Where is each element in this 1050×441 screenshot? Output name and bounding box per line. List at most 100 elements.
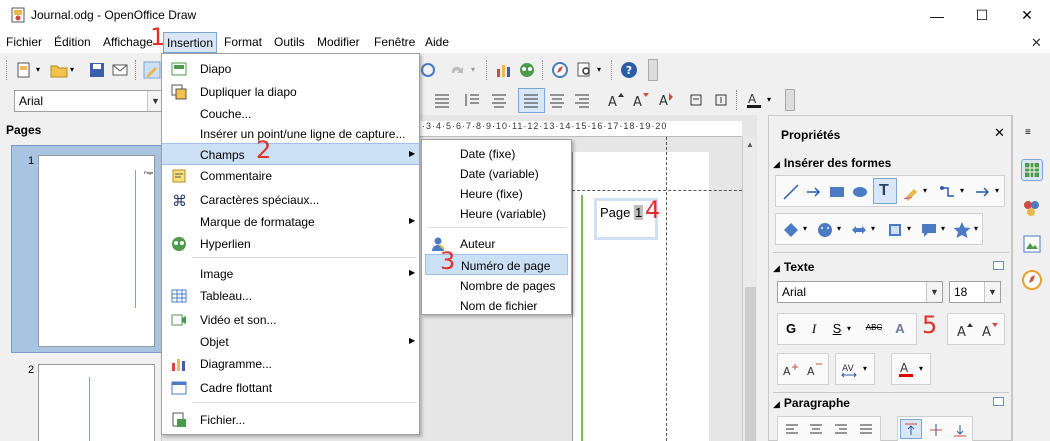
basic-shapes-dropdown-icon[interactable]: ▾ (803, 224, 807, 233)
rectangle-tool-icon[interactable] (828, 183, 846, 201)
vertical-scrollbar[interactable]: ▲ (742, 137, 757, 441)
menu-item-diagramme[interactable]: Diagramme... (162, 353, 419, 375)
symbol-shapes-dropdown-icon[interactable]: ▾ (837, 224, 841, 233)
email-icon[interactable] (111, 61, 129, 79)
redo-icon[interactable] (448, 61, 466, 79)
menu-item-commentaire[interactable]: Commentaire (162, 165, 419, 187)
submenu-item-heure-fixe[interactable]: Heure (fixe) (422, 183, 571, 204)
collapse-triangle-icon[interactable]: ◢ (773, 399, 780, 409)
text-tool-button[interactable]: T (873, 178, 897, 204)
arrow-tool-icon[interactable] (805, 183, 823, 201)
zoom-icon[interactable] (576, 61, 594, 79)
menu-item-image[interactable]: Image ▶ (162, 263, 419, 285)
close-button[interactable]: ✕ (1004, 0, 1050, 31)
navigator-compass-icon[interactable] (551, 61, 569, 79)
chart-toolbar-icon[interactable] (495, 61, 513, 79)
open-folder-icon[interactable] (50, 61, 68, 79)
menu-item-marque-formatage[interactable]: Marque de formatage ▶ (162, 211, 419, 233)
page-canvas[interactable] (572, 152, 709, 441)
menu-item-point-capture[interactable]: Insérer un point/une ligne de capture... (162, 123, 419, 145)
italic-icon[interactable]: I (804, 321, 824, 337)
flowchart-dropdown-icon[interactable]: ▾ (907, 224, 911, 233)
minimize-button[interactable]: — (914, 0, 960, 31)
kerning-icon[interactable]: A (806, 361, 824, 379)
symbol-shapes-icon[interactable] (816, 221, 834, 239)
block-arrows-icon[interactable] (850, 221, 868, 239)
increase-font-icon[interactable]: A (606, 91, 624, 109)
submenu-item-nom-fichier[interactable]: Nom de fichier (422, 295, 571, 316)
spacing-dropdown-icon[interactable]: ▾ (863, 364, 867, 373)
help-icon[interactable]: ? (620, 61, 638, 79)
submenu-item-date-variable[interactable]: Date (variable) (422, 163, 571, 184)
edit-file-icon[interactable] (143, 61, 161, 79)
menu-affichage[interactable]: Affichage (103, 35, 153, 49)
submenu-item-date-fixe[interactable]: Date (fixe) (422, 143, 571, 164)
align-top-icon[interactable] (903, 422, 919, 438)
menu-item-couche[interactable]: Couche... (162, 103, 419, 125)
menu-outils[interactable]: Outils (274, 35, 305, 49)
para-align-center-icon[interactable] (808, 422, 824, 438)
new-dropdown-icon[interactable]: ▾ (36, 65, 40, 74)
toolbar-grip[interactable] (6, 60, 9, 80)
section-insert-shapes[interactable]: ◢ Insérer des formes (773, 156, 891, 170)
scrollbar-thumb[interactable] (745, 287, 756, 441)
menu-item-hyperlien[interactable]: Hyperlien (162, 233, 419, 255)
grow-font-icon[interactable]: A (955, 321, 973, 339)
font-color-icon[interactable]: A (745, 91, 763, 109)
shrink-font-icon[interactable]: A (980, 321, 998, 339)
connector-dropdown-icon[interactable]: ▾ (960, 186, 964, 195)
stars-icon[interactable] (953, 221, 971, 239)
freeform-dropdown-icon[interactable]: ▾ (923, 186, 927, 195)
section-paragraph[interactable]: ◢ Paragraphe (773, 396, 850, 410)
para-align-right-icon[interactable] (833, 422, 849, 438)
navigator-deck-icon[interactable] (1021, 269, 1043, 291)
collapse-triangle-icon[interactable]: ◢ (773, 159, 780, 169)
new-document-icon[interactable] (15, 61, 33, 79)
sidebar-font-name-combo[interactable]: Arial ▼ (777, 281, 943, 303)
menu-fenetre[interactable]: Fenêtre (374, 35, 415, 49)
font-color-dropdown-icon[interactable]: ▾ (919, 364, 923, 373)
submenu-item-heure-variable[interactable]: Heure (variable) (422, 203, 571, 224)
page-thumbnail-1[interactable]: Page (38, 155, 155, 347)
more-options-icon[interactable] (993, 397, 1004, 406)
menu-aide[interactable]: Aide (425, 35, 449, 49)
menu-lines-icon[interactable]: ≡ (1025, 127, 1031, 138)
properties-deck-button[interactable] (1021, 159, 1043, 181)
toolbar-overflow-icon[interactable] (648, 59, 658, 81)
text-vertical-icon[interactable] (713, 91, 731, 109)
toolbar-overflow-icon[interactable] (785, 89, 795, 111)
section-text[interactable]: ◢ Texte (773, 260, 814, 274)
menu-item-dupliquer[interactable]: Dupliquer la diapo (162, 81, 419, 103)
scroll-up-icon[interactable]: ▲ (746, 140, 754, 149)
freeform-tool-icon[interactable] (902, 183, 920, 201)
menu-item-diapo[interactable]: Diapo (162, 58, 419, 80)
menu-modifier[interactable]: Modifier (317, 35, 360, 49)
strikethrough-icon[interactable]: ABC (864, 323, 884, 332)
text-direction-icon[interactable] (688, 91, 706, 109)
menu-item-fichier[interactable]: Fichier... (162, 409, 419, 431)
menu-item-caracteres[interactable]: ⌘ Caractères spéciaux... (162, 189, 419, 211)
underline-dropdown-icon[interactable]: ▾ (847, 324, 851, 333)
arrow-line-tool-icon[interactable] (974, 183, 992, 201)
menu-fichier[interactable]: Fichier (6, 35, 42, 49)
align-justify-icon[interactable] (433, 91, 451, 109)
menu-item-video[interactable]: Vidéo et son... (162, 309, 419, 331)
menu-format[interactable]: Format (224, 35, 262, 49)
navigator-icon[interactable] (419, 61, 437, 79)
align-bottom-icon[interactable] (952, 422, 968, 438)
callouts-dropdown-icon[interactable]: ▾ (941, 224, 945, 233)
more-options-icon[interactable] (993, 261, 1004, 270)
horizontal-ruler[interactable]: ·3·4·5·6·7·8·9·10·11·12·13·14·15·16·17·1… (420, 121, 742, 137)
spacing-arrows-icon[interactable]: AV (840, 361, 858, 379)
font-color-dropdown-icon[interactable]: ▾ (767, 95, 771, 104)
callouts-icon[interactable] (920, 221, 938, 239)
bold-icon[interactable]: G (781, 321, 801, 336)
submenu-item-nombre-pages[interactable]: Nombre de pages (422, 275, 571, 296)
menu-insertion[interactable]: Insertion (163, 32, 218, 53)
shadow-icon[interactable]: A (890, 321, 910, 336)
block-arrows-dropdown-icon[interactable]: ▾ (871, 224, 875, 233)
sidebar-font-size-combo[interactable]: 18 ▼ (949, 281, 1001, 303)
connector-tool-icon[interactable] (939, 183, 957, 201)
ellipse-tool-icon[interactable] (851, 183, 869, 201)
menu-item-champs[interactable]: Champs ▶ (162, 143, 419, 165)
